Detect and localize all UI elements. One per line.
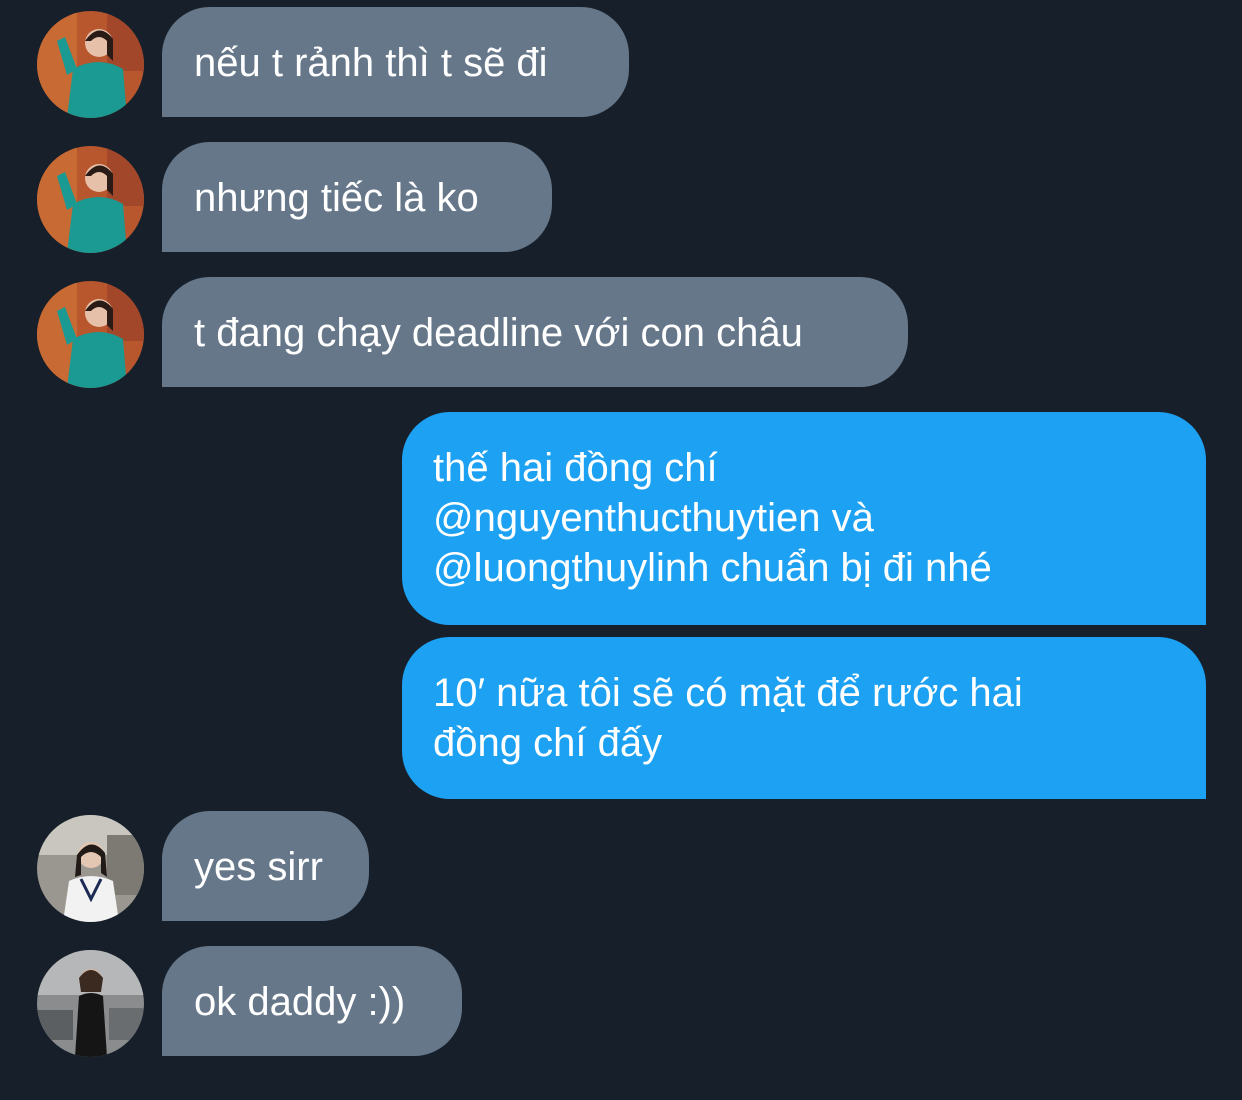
message-line: đồng chí đấy [433,721,663,765]
message-line: thế hai đồng chí [433,446,718,490]
avatar[interactable] [37,950,144,1057]
avatar-woman-white-vest-icon [37,815,144,922]
message-bubble-outgoing[interactable]: thế hai đồng chí @nguyenthucthuytien và … [402,412,1206,625]
message-bubble-outgoing[interactable]: 10′ nữa tôi sẽ có mặt để rước hai đồng c… [402,637,1206,799]
avatar[interactable] [37,146,144,253]
message-line: @nguyenthucthuytien và [433,496,874,540]
message-bubble-incoming[interactable]: ok daddy :)) [162,946,462,1056]
message-text: nếu t rảnh thì t sẽ đi [194,41,548,85]
avatar[interactable] [37,11,144,118]
message-text: yes sirr [194,845,323,889]
message-line: @luongthuylinh chuẩn bị đi nhé [433,546,992,590]
message-text: ok daddy :)) [194,980,406,1024]
message-bubble-incoming[interactable]: nhưng tiếc là ko [162,142,552,252]
conversation-view: nếu t rảnh thì t sẽ đi nhưng tiếc là ko … [0,0,1242,1100]
message-text: t đang chạy deadline với con châu [194,311,803,355]
avatar-woman-teal-dress-icon [37,281,144,388]
message-bubble-incoming[interactable]: nếu t rảnh thì t sẽ đi [162,7,629,117]
avatar[interactable] [37,815,144,922]
avatar[interactable] [37,281,144,388]
message-bubble-incoming[interactable]: t đang chạy deadline với con châu [162,277,908,387]
message-line: 10′ nữa tôi sẽ có mặt để rước hai [433,671,1023,715]
avatar-woman-teal-dress-icon [37,146,144,253]
avatar-woman-teal-dress-icon [37,11,144,118]
message-bubble-incoming[interactable]: yes sirr [162,811,369,921]
message-text: nhưng tiếc là ko [194,176,479,220]
avatar-woman-black-outfit-icon [37,950,144,1057]
